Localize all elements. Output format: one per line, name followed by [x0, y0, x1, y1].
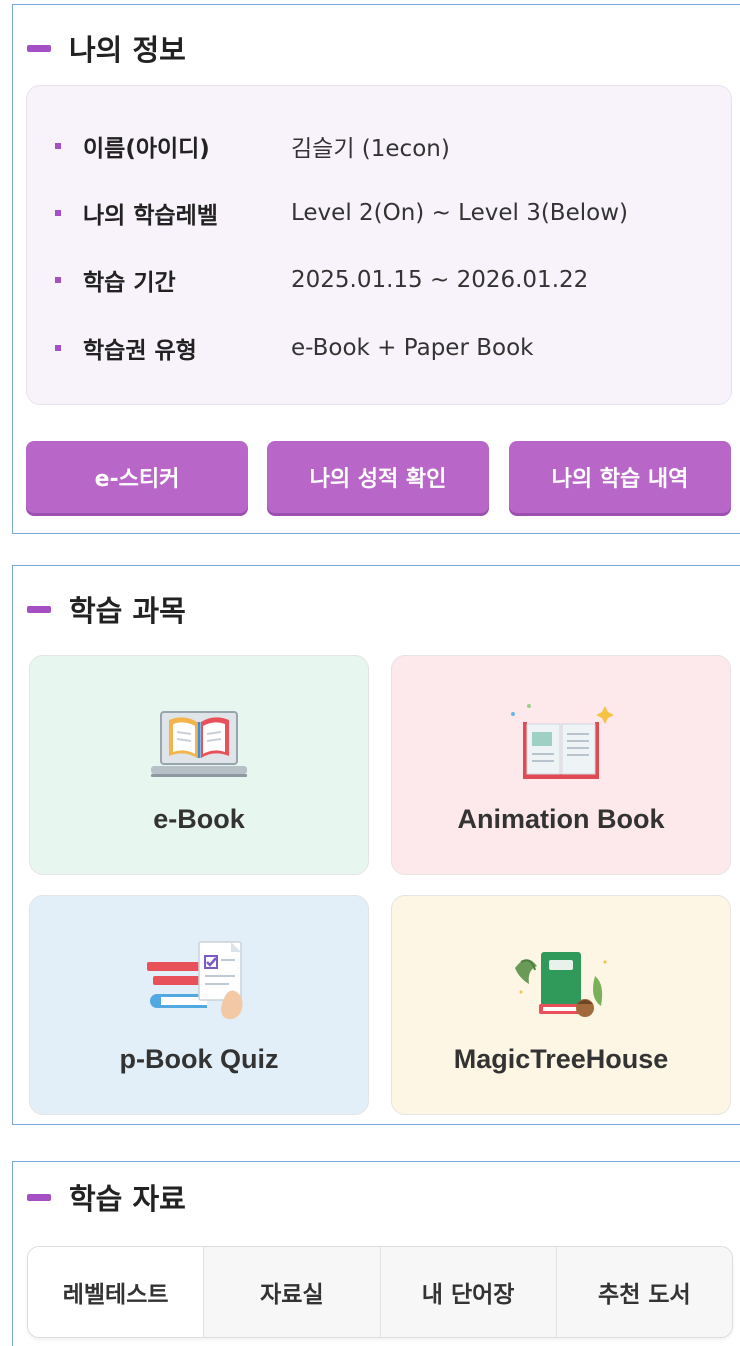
- bullet-icon: [55, 345, 61, 351]
- tab-my-vocabulary[interactable]: 내 단어장: [380, 1247, 557, 1337]
- info-value: 김슬기 (1econ): [291, 136, 450, 162]
- title-accent-bar: [27, 44, 51, 52]
- my-info-panel: 나의 정보 이름(아이디) 김슬기 (1econ) 나의 학습레벨 Level …: [12, 4, 740, 534]
- subject-card-ebook[interactable]: e-Book: [29, 655, 369, 875]
- subjects-panel: 학습 과목 e-Book Animation Book p-Book Quiz …: [12, 565, 740, 1125]
- bullet-icon: [55, 210, 61, 216]
- materials-panel: 학습 자료 레벨테스트 자료실 내 단어장 추천 도서: [12, 1161, 740, 1346]
- my-grades-button[interactable]: 나의 성적 확인: [267, 441, 489, 513]
- title-accent-bar: [27, 605, 51, 613]
- my-info-box: 이름(아이디) 김슬기 (1econ) 나의 학습레벨 Level 2(On) …: [26, 85, 732, 405]
- green-book-icon: [515, 952, 607, 1017]
- materials-title: 학습 자료: [27, 1176, 186, 1218]
- info-value: 2025.01.15 ~ 2026.01.22: [291, 267, 589, 293]
- info-label: 이름(아이디): [83, 136, 210, 162]
- card-label: p-Book Quiz: [119, 1044, 279, 1074]
- my-info-title-text: 나의 정보: [69, 33, 186, 67]
- my-info-title: 나의 정보: [27, 27, 186, 69]
- card-label: e-Book: [153, 804, 245, 834]
- info-row-level: 나의 학습레벨 Level 2(On) ~ Level 3(Below): [55, 196, 628, 230]
- quiz-books-icon: [147, 941, 243, 1020]
- bullet-icon: [55, 143, 61, 149]
- tab-recommended-books[interactable]: 추천 도서: [556, 1247, 732, 1337]
- info-row-period: 학습 기간 2025.01.15 ~ 2026.01.22: [55, 263, 588, 297]
- subject-card-magictreehouse[interactable]: MagicTreeHouse: [391, 895, 731, 1115]
- info-value: Level 2(On) ~ Level 3(Below): [291, 200, 628, 226]
- tab-resources[interactable]: 자료실: [204, 1247, 381, 1337]
- info-label: 학습권 유형: [83, 338, 197, 364]
- info-value: e-Book + Paper Book: [291, 335, 534, 361]
- title-accent-bar: [27, 1193, 51, 1201]
- open-book-icon: [511, 704, 614, 779]
- my-learning-history-button[interactable]: 나의 학습 내역: [509, 441, 731, 513]
- subject-card-animation-book[interactable]: Animation Book: [391, 655, 731, 875]
- tab-level-test[interactable]: 레벨테스트: [28, 1247, 205, 1337]
- card-label: Animation Book: [457, 804, 665, 834]
- materials-tabs: 레벨테스트 자료실 내 단어장 추천 도서: [27, 1246, 733, 1338]
- bullet-icon: [55, 277, 61, 283]
- laptop-book-icon: [151, 711, 247, 777]
- info-label: 학습 기간: [83, 270, 176, 296]
- subjects-title: 학습 과목: [27, 588, 186, 630]
- info-row-name: 이름(아이디) 김슬기 (1econ): [55, 129, 450, 163]
- e-sticker-button[interactable]: e-스티커: [26, 441, 248, 513]
- card-label: MagicTreeHouse: [453, 1044, 669, 1074]
- materials-title-text: 학습 자료: [69, 1182, 186, 1216]
- subjects-title-text: 학습 과목: [69, 594, 186, 628]
- info-label: 나의 학습레벨: [83, 203, 218, 229]
- info-row-type: 학습권 유형 e-Book + Paper Book: [55, 331, 533, 365]
- subject-card-pbook-quiz[interactable]: p-Book Quiz: [29, 895, 369, 1115]
